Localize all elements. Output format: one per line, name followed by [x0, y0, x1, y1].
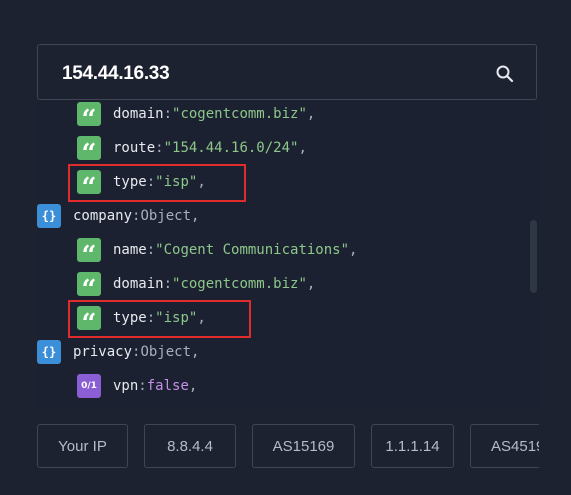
object-type-icon[interactable]: {}: [37, 340, 61, 364]
json-comma: ,: [191, 344, 200, 360]
search-icon[interactable]: [495, 64, 515, 84]
json-colon: :: [163, 276, 173, 292]
json-result-panel[interactable]: “ domain: "cogentcomm.biz", “ route: "15…: [37, 101, 539, 408]
json-row: “ domain: "cogentcomm.biz",: [77, 271, 316, 303]
json-row: “ route: "154.44.16.0/24",: [77, 135, 307, 167]
json-key: privacy: [73, 344, 133, 360]
json-colon: :: [163, 106, 173, 122]
json-row[interactable]: {} company: Object,: [37, 203, 199, 229]
json-comma: ,: [298, 140, 307, 156]
json-comma: ,: [191, 208, 200, 224]
highlight-box: [68, 300, 251, 338]
json-key: vpn: [113, 378, 139, 394]
json-value: "cogentcomm.biz": [172, 106, 307, 122]
string-type-icon: “: [77, 102, 101, 133]
scrollbar-thumb[interactable]: [530, 220, 537, 293]
search-field[interactable]: 154.44.16.33: [37, 44, 537, 100]
string-type-icon: “: [77, 272, 101, 303]
json-value: "154.44.16.0/24": [163, 140, 299, 156]
json-row[interactable]: {} privacy: Object,: [37, 339, 199, 365]
string-type-icon: “: [77, 136, 101, 167]
json-row: “ domain: "cogentcomm.biz",: [77, 101, 316, 133]
search-input[interactable]: 154.44.16.33: [62, 63, 170, 85]
string-type-icon: “: [77, 238, 101, 269]
boolean-type-icon: 0/1: [77, 374, 101, 398]
json-value: "cogentcomm.biz": [172, 276, 307, 292]
json-value: false: [146, 378, 189, 394]
json-value: Object: [140, 208, 192, 224]
object-type-icon[interactable]: {}: [37, 204, 61, 228]
json-value: "Cogent Communications": [155, 242, 350, 258]
chip-ip[interactable]: 1.1.1.14: [371, 424, 454, 468]
json-comma: ,: [349, 242, 358, 258]
json-key: domain: [113, 276, 164, 292]
json-value: Object: [140, 344, 192, 360]
json-comma: ,: [306, 106, 316, 122]
chip-overflow-clip: AS4519: [470, 424, 539, 468]
json-row: 0/1 vpn: false,: [77, 373, 197, 399]
json-key: domain: [113, 106, 164, 122]
json-colon: :: [132, 208, 141, 224]
chip-asn[interactable]: AS4519: [470, 424, 539, 468]
json-comma: ,: [188, 378, 198, 394]
json-colon: :: [146, 242, 156, 258]
json-colon: :: [155, 140, 164, 156]
chip-asn[interactable]: AS15169: [252, 424, 355, 468]
json-row: “ name: "Cogent Communications",: [77, 237, 358, 269]
chip-ip[interactable]: 8.8.4.4: [144, 424, 236, 468]
json-colon: :: [138, 378, 147, 394]
json-key: route: [113, 140, 156, 156]
json-key: name: [113, 242, 147, 258]
highlight-box: [68, 164, 246, 202]
json-comma: ,: [306, 276, 316, 292]
json-colon: :: [132, 344, 141, 360]
json-key: company: [73, 208, 133, 224]
chip-your-ip[interactable]: Your IP: [37, 424, 128, 468]
